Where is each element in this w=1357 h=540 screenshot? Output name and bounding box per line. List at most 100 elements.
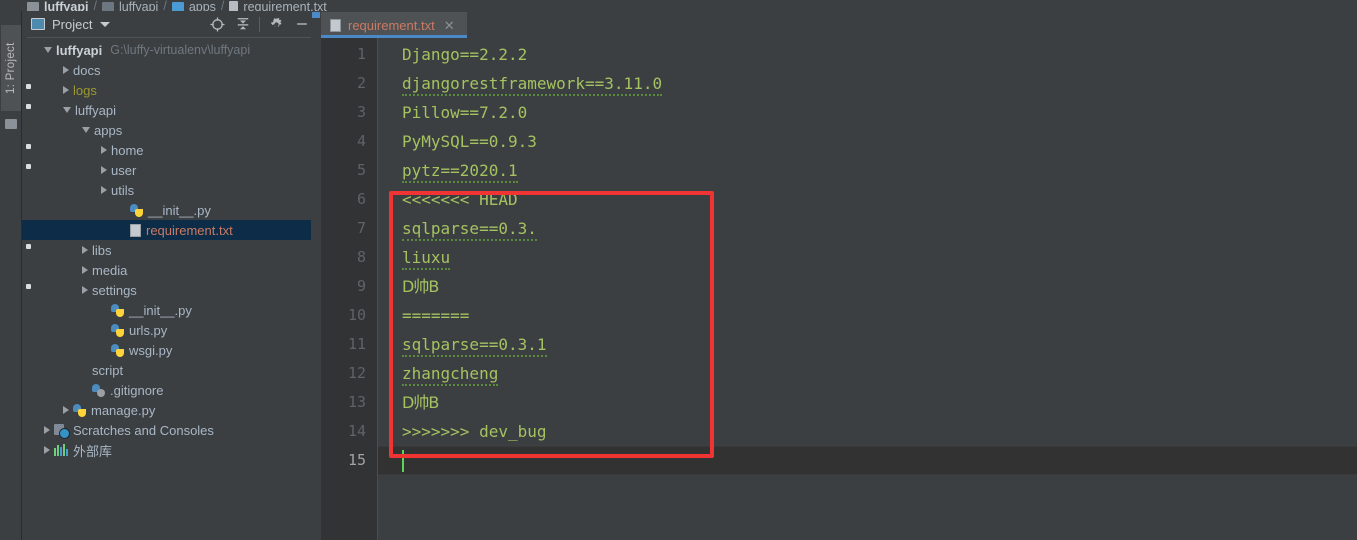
project-view-icon (31, 18, 45, 30)
collapse-all-icon[interactable] (230, 12, 256, 36)
chevron-down-icon[interactable] (100, 21, 111, 27)
tree-item--gitignore[interactable]: .gitignore (22, 380, 321, 400)
chevron-right-icon[interactable] (101, 166, 107, 174)
tree-item-label: docs (73, 62, 101, 78)
code-token: ======= (402, 306, 470, 325)
line-number: 9 (356, 277, 366, 295)
tab-label: requirement.txt (348, 17, 435, 33)
locate-in-tree-icon[interactable] (204, 12, 230, 36)
project-tree-scrollbar[interactable] (311, 11, 321, 540)
breadcrumb-item-1[interactable]: luffyapi (101, 0, 158, 11)
code-line[interactable]: djangorestframework==3.11.0 (378, 69, 1357, 98)
chevron-right-icon[interactable] (101, 186, 107, 194)
folder-blue-icon (171, 2, 184, 11)
code-line[interactable]: D帅B (378, 388, 1357, 417)
code-line[interactable]: liuxu (378, 243, 1357, 272)
line-number: 14 (347, 422, 366, 440)
tree-item--[interactable]: 外部库 (22, 440, 321, 460)
chevron-down-icon[interactable] (82, 127, 90, 133)
breadcrumb-item-0[interactable]: luffyapi (27, 0, 88, 11)
code-line[interactable]: sqlparse==0.3. (378, 214, 1357, 243)
python-file-icon (130, 203, 143, 217)
code-line[interactable]: Pillow==7.2.0 (378, 98, 1357, 127)
tree-item-libs[interactable]: libs (22, 240, 321, 260)
scratches-icon (54, 423, 70, 439)
tree-item--init-py[interactable]: __init__.py (22, 200, 321, 220)
tree-item-script[interactable]: script (22, 360, 321, 380)
code-token: >>>>>>> dev_bug (402, 422, 547, 441)
code-line[interactable]: PyMySQL==0.9.3 (378, 127, 1357, 156)
line-number: 11 (347, 335, 366, 353)
tree-item-label: user (111, 162, 137, 178)
tree-item-requirement-txt[interactable]: requirement.txt (22, 220, 321, 240)
tree-item-luffyapi[interactable]: luffyapi (22, 100, 321, 120)
line-number: 4 (356, 132, 366, 150)
ide-window: luffyapi / luffyapi / apps / requirement… (0, 0, 1357, 540)
tree-item-label: Scratches and Consoles (73, 422, 214, 438)
tree-item-scratches-and-consoles[interactable]: Scratches and Consoles (22, 420, 321, 440)
scrollbar-thumb[interactable] (312, 12, 320, 18)
tree-item-label: logs (73, 82, 97, 98)
code-line[interactable]: D帅B (378, 272, 1357, 301)
chevron-down-icon[interactable] (44, 47, 52, 53)
tree-item-manage-py[interactable]: manage.py (22, 400, 321, 420)
line-number: 6 (356, 190, 366, 208)
folder-icon[interactable] (5, 119, 17, 129)
chevron-right-icon[interactable] (44, 426, 50, 434)
code-token: D帅B (402, 277, 439, 296)
tree-item-label: libs (92, 242, 112, 258)
code-token: sqlparse==0.3.1 (402, 335, 547, 357)
folder-module-icon (101, 2, 114, 11)
tree-item-apps[interactable]: apps (22, 120, 321, 140)
breadcrumb-label: apps (188, 0, 216, 11)
tree-item-logs[interactable]: logs (22, 80, 321, 100)
code-line[interactable]: Django==2.2.2 (378, 40, 1357, 69)
tree-item-wsgi-py[interactable]: wsgi.py (22, 340, 321, 360)
line-number: 5 (356, 161, 366, 179)
python-file-icon (111, 343, 124, 357)
tree-item-docs[interactable]: docs (22, 60, 321, 80)
chevron-right-icon[interactable] (82, 286, 88, 294)
chevron-right-icon[interactable] (63, 406, 69, 414)
code-line[interactable]: zhangcheng (378, 359, 1357, 388)
chevron-down-icon[interactable] (63, 107, 71, 113)
tree-item-urls-py[interactable]: urls.py (22, 320, 321, 340)
breadcrumb-item-2[interactable]: apps (171, 0, 216, 11)
code-editor[interactable]: 1 2 3 4 5 6 7 8 9 10 11 12 13 14 15 Django==2.2.2 djang… (321, 38, 1357, 540)
breadcrumb-item-3[interactable]: requirement.txt (229, 0, 327, 11)
code-line[interactable]: pytz==2020.1 (378, 156, 1357, 185)
chevron-right-icon[interactable] (44, 446, 50, 454)
tree-item-label: luffyapi (56, 42, 103, 58)
chevron-right-icon[interactable] (82, 266, 88, 274)
code-token: <<<<<<< HEAD (402, 190, 518, 209)
tree-item-label: luffyapi (75, 102, 116, 118)
tree-item-luffyapi[interactable]: luffyapi G:\luffy-virtualenv\luffyapi (22, 40, 321, 60)
tree-item-settings[interactable]: settings (22, 280, 321, 300)
tab-requirement-txt[interactable]: requirement.txt ✕ (321, 12, 467, 38)
chevron-right-icon[interactable] (63, 66, 69, 74)
settings-gear-icon[interactable] (263, 12, 289, 36)
tree-item-label: wsgi.py (129, 342, 173, 358)
tree-item-user[interactable]: user (22, 160, 321, 180)
close-icon[interactable]: ✕ (444, 19, 455, 32)
left-tool-strip: 1: Project (0, 11, 22, 540)
breadcrumb-separator: / (163, 0, 167, 11)
code-lines[interactable]: Django==2.2.2 djangorestframework==3.11.0… (378, 38, 1357, 540)
chevron-right-icon[interactable] (82, 246, 88, 254)
code-line[interactable] (378, 446, 1357, 475)
line-number-gutter: 1 2 3 4 5 6 7 8 9 10 11 12 13 14 15 (321, 38, 377, 540)
code-line[interactable]: >>>>>>> dev_bug (378, 417, 1357, 446)
code-line[interactable]: <<<<<<< HEAD (378, 185, 1357, 214)
chevron-right-icon[interactable] (63, 86, 69, 94)
tree-item-media[interactable]: media (22, 260, 321, 280)
code-line[interactable]: sqlparse==0.3.1 (378, 330, 1357, 359)
chevron-right-icon[interactable] (101, 146, 107, 154)
code-line[interactable]: ======= (378, 301, 1357, 330)
sidebar-tab-project[interactable]: 1: Project (1, 25, 21, 111)
tree-item-utils[interactable]: utils (22, 180, 321, 200)
tree-item--init-py[interactable]: __init__.py (22, 300, 321, 320)
tree-item-home[interactable]: home (22, 140, 321, 160)
